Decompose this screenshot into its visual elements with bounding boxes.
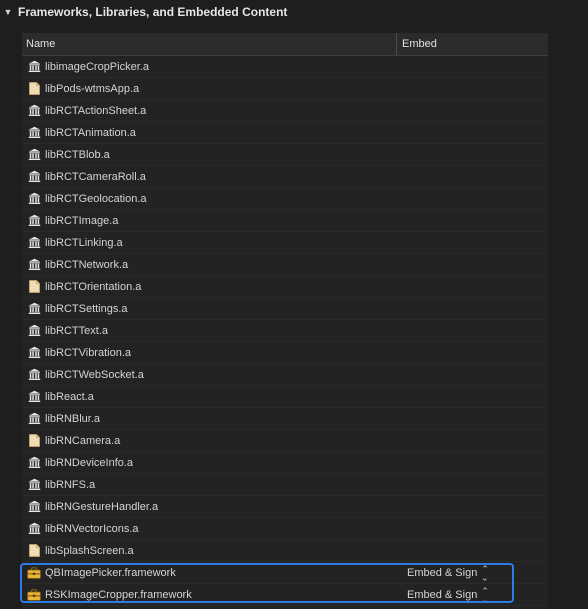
library-icon — [27, 104, 41, 118]
table-row[interactable]: libRCTActionSheet.a — [22, 100, 548, 122]
row-name: libRCTAnimation.a — [45, 126, 136, 139]
table-row[interactable]: RSKImageCropper.framework Embed & Sign ⌃ ⌃ — [22, 584, 548, 606]
embed-select-value: Embed & Sign — [407, 566, 478, 579]
table-row[interactable]: libRNBlur.a — [22, 408, 548, 430]
table-row[interactable]: libRNFS.a — [22, 474, 548, 496]
library-icon — [27, 346, 41, 360]
popup-chevron-icon: ⌃ ⌃ — [481, 585, 489, 604]
disclosure-triangle-open-icon[interactable]: ▼ — [0, 0, 16, 24]
document-icon — [27, 434, 41, 448]
embed-select[interactable]: Embed & Sign ⌃ ⌃ — [407, 563, 489, 582]
row-name: libimageCropPicker.a — [45, 60, 149, 73]
embed-select-value: Embed & Sign — [407, 588, 478, 601]
row-name: libRNDeviceInfo.a — [45, 456, 134, 469]
library-icon — [27, 236, 41, 250]
row-name: libRCTLinking.a — [45, 236, 123, 249]
table-row[interactable]: libSplashScreen.a — [22, 540, 548, 562]
library-icon — [27, 412, 41, 426]
row-name: libPods-wtmsApp.a — [45, 82, 140, 95]
library-icon — [27, 368, 41, 382]
row-name: QBImagePicker.framework — [45, 566, 176, 579]
row-name: libRCTActionSheet.a — [45, 104, 147, 117]
document-icon — [27, 82, 41, 96]
section-title: Frameworks, Libraries, and Embedded Cont… — [18, 5, 288, 19]
library-icon — [27, 126, 41, 140]
row-name: libRCTGeolocation.a — [45, 192, 147, 205]
section-header[interactable]: ▼ Frameworks, Libraries, and Embedded Co… — [0, 0, 288, 24]
table-header: Name Embed — [22, 33, 548, 56]
row-name: libRNVectorIcons.a — [45, 522, 139, 535]
row-name: libSplashScreen.a — [45, 544, 134, 557]
table-row[interactable]: libRCTImage.a — [22, 210, 548, 232]
table-row[interactable]: libRCTText.a — [22, 320, 548, 342]
row-name: libRNCamera.a — [45, 434, 121, 447]
row-name: libRCTCameraRoll.a — [45, 170, 146, 183]
row-name: libReact.a — [45, 390, 94, 403]
library-icon — [27, 258, 41, 272]
row-name: RSKImageCropper.framework — [45, 588, 192, 601]
table-row[interactable]: QBImagePicker.framework Embed & Sign ⌃ ⌃ — [22, 562, 548, 584]
frameworks-table: Name Embed libimageCropPicker.a libPods-w… — [22, 33, 548, 609]
table-row[interactable]: libRCTGeolocation.a — [22, 188, 548, 210]
library-icon — [27, 456, 41, 470]
table-row[interactable]: libRCTCameraRoll.a — [22, 166, 548, 188]
table-row[interactable]: libRCTNetwork.a — [22, 254, 548, 276]
column-header-name[interactable]: Name — [22, 33, 397, 55]
row-name: libRCTSettings.a — [45, 302, 128, 315]
library-icon — [27, 214, 41, 228]
library-icon — [27, 500, 41, 514]
framework-toolbox-icon — [27, 588, 41, 602]
row-name: libRNGestureHandler.a — [45, 500, 159, 513]
row-name: libRCTOrientation.a — [45, 280, 142, 293]
framework-toolbox-icon — [27, 566, 41, 580]
table-row[interactable]: libRCTAnimation.a — [22, 122, 548, 144]
library-icon — [27, 478, 41, 492]
table-row[interactable]: libRCTSettings.a — [22, 298, 548, 320]
table-row[interactable]: libRNGestureHandler.a — [22, 496, 548, 518]
frameworks-panel: ▼ Frameworks, Libraries, and Embedded Co… — [0, 0, 588, 609]
table-body: libimageCropPicker.a libPods-wtmsApp.a lib… — [22, 56, 548, 606]
table-row[interactable]: libReact.a — [22, 386, 548, 408]
library-icon — [27, 60, 41, 74]
library-icon — [27, 324, 41, 338]
row-name: libRCTImage.a — [45, 214, 119, 227]
library-icon — [27, 390, 41, 404]
table-row[interactable]: libRNDeviceInfo.a — [22, 452, 548, 474]
table-row[interactable]: libRCTWebSocket.a — [22, 364, 548, 386]
document-icon — [27, 280, 41, 294]
library-icon — [27, 522, 41, 536]
table-row[interactable]: libRCTBlob.a — [22, 144, 548, 166]
table-row[interactable]: libRCTLinking.a — [22, 232, 548, 254]
table-row[interactable]: libRNCamera.a — [22, 430, 548, 452]
table-row[interactable]: libRNVectorIcons.a — [22, 518, 548, 540]
table-row[interactable]: libimageCropPicker.a — [22, 56, 548, 78]
row-name: libRNBlur.a — [45, 412, 101, 425]
document-icon — [27, 544, 41, 558]
popup-chevron-icon: ⌃ ⌃ — [481, 563, 489, 582]
table-row[interactable]: libRCTVibration.a — [22, 342, 548, 364]
row-name: libRCTWebSocket.a — [45, 368, 144, 381]
embed-select[interactable]: Embed & Sign ⌃ ⌃ — [407, 585, 489, 604]
row-name: libRCTVibration.a — [45, 346, 132, 359]
library-icon — [27, 170, 41, 184]
library-icon — [27, 148, 41, 162]
table-row[interactable]: libPods-wtmsApp.a — [22, 78, 548, 100]
row-name: libRCTBlob.a — [45, 148, 110, 161]
row-name: libRCTText.a — [45, 324, 108, 337]
column-header-embed[interactable]: Embed — [397, 33, 437, 55]
table-row[interactable]: libRCTOrientation.a — [22, 276, 548, 298]
row-name: libRCTNetwork.a — [45, 258, 129, 271]
library-icon — [27, 302, 41, 316]
library-icon — [27, 192, 41, 206]
row-name: libRNFS.a — [45, 478, 96, 491]
